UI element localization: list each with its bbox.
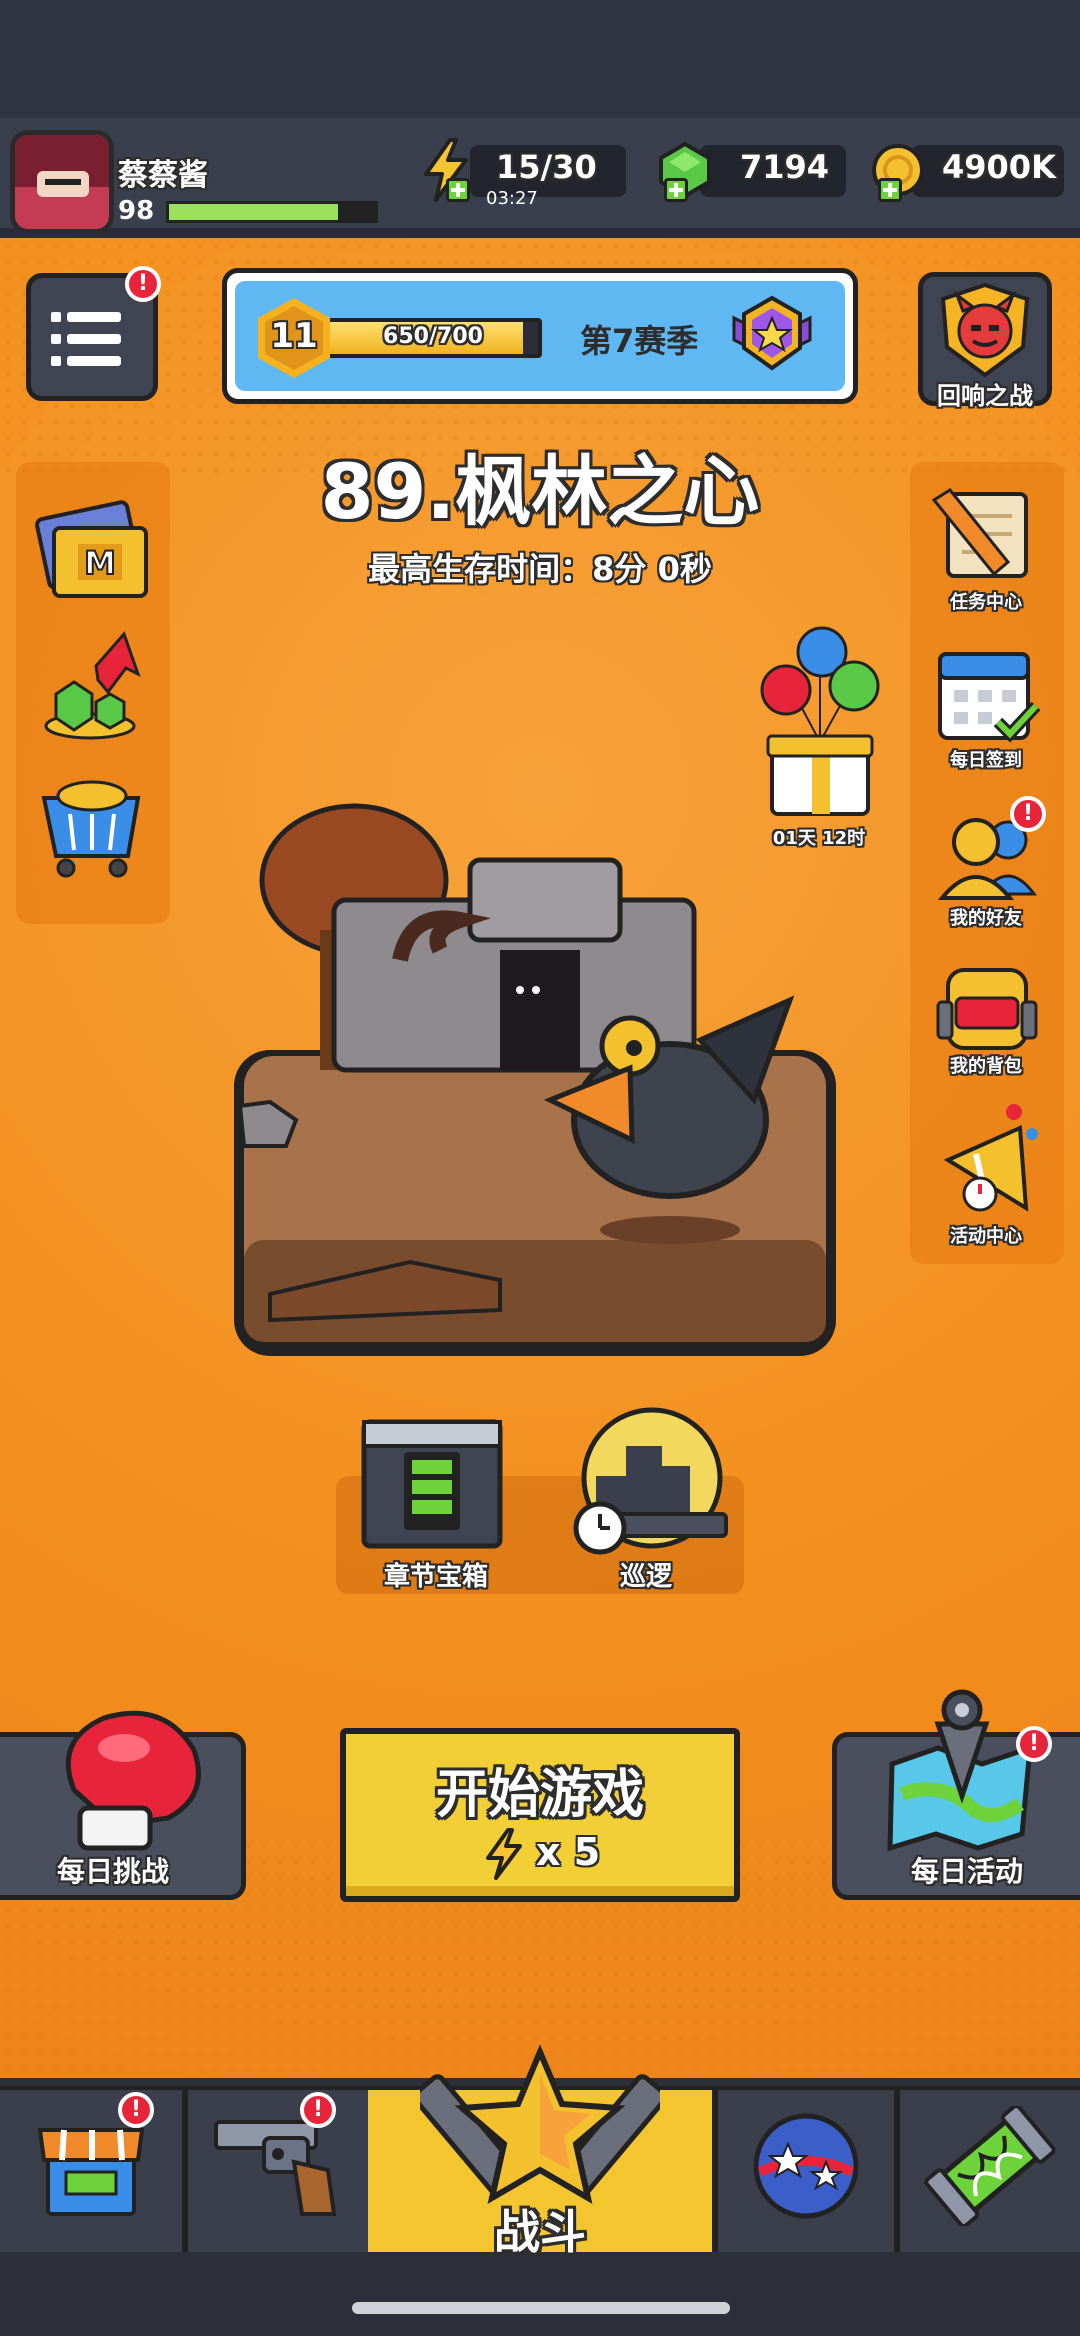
start-game-label: 开始游戏	[435, 1765, 644, 1825]
menu-button[interactable]: !	[26, 266, 161, 401]
patrol-label[interactable]: 巡逻	[566, 1556, 726, 1593]
add-energy-button[interactable]	[446, 178, 470, 202]
scroll-pencil-icon	[931, 488, 1028, 578]
planet-icon	[753, 2113, 859, 2219]
map-card-icon[interactable]: M	[32, 494, 156, 610]
energy-value: 15/30	[496, 148, 597, 186]
start-game-cost: x 5	[536, 1830, 601, 1874]
menu-notification-badge: !	[125, 266, 161, 302]
friends-notification-badge: !	[1010, 796, 1046, 832]
balloon-gift-icon[interactable]	[756, 622, 888, 826]
home-indicator[interactable]	[352, 2302, 730, 2314]
svg-text:M: M	[84, 544, 116, 582]
event-center-label[interactable]: 活动中心	[916, 1222, 1056, 1248]
status-bar	[0, 0, 1080, 118]
backpack-label[interactable]: 我的背包	[916, 1052, 1056, 1078]
add-coins-button[interactable]	[878, 178, 902, 202]
backpack-icon	[936, 968, 1038, 1050]
shop-notification-badge: !	[118, 2092, 154, 2128]
energy-timer: 03:27	[486, 188, 538, 209]
patrol-icon[interactable]	[566, 1406, 732, 1562]
coin-value: 4900K	[942, 148, 1056, 186]
season-emblem-icon[interactable]	[724, 288, 820, 384]
calendar-icon	[938, 652, 1041, 743]
top-bar-edge	[0, 228, 1080, 238]
avatar[interactable]	[10, 130, 114, 234]
weapons-notification-badge: !	[300, 2092, 336, 2128]
daily-challenge-label: 每日挑战	[56, 1855, 169, 1888]
dna-capsule-icon	[924, 2106, 1056, 2226]
season-progress-text: 650/700	[383, 324, 483, 349]
battle-tab-label: 战斗	[494, 2205, 586, 2259]
party-horn-icon	[943, 1104, 1038, 1212]
add-gems-button[interactable]	[664, 178, 688, 202]
chapter-chest-label[interactable]: 章节宝箱	[336, 1556, 536, 1593]
player-level: 98	[118, 196, 155, 226]
task-center-label[interactable]: 任务中心	[916, 588, 1056, 614]
chest-icon[interactable]	[356, 1408, 508, 1552]
echo-battle-label: 回响之战	[937, 382, 1033, 410]
season-level: 11	[270, 316, 318, 356]
friends-label[interactable]: 我的好友	[916, 904, 1056, 930]
daily-event-notification-badge: !	[1016, 1726, 1052, 1762]
season-name: 第7赛季	[580, 322, 699, 360]
demon-icon	[940, 282, 1030, 378]
daily-event-label: 每日活动	[910, 1855, 1023, 1888]
shopping-cart-icon[interactable]	[30, 764, 156, 886]
stage-scene[interactable]	[230, 800, 840, 1360]
daily-signin-label[interactable]: 每日签到	[916, 746, 1056, 772]
map-pin-icon	[887, 1689, 1033, 1852]
lightning-icon	[486, 1828, 522, 1880]
gem-upgrade-icon[interactable]	[34, 622, 154, 746]
player-name: 蔡蔡酱	[118, 158, 208, 193]
boxing-glove-icon	[65, 1710, 201, 1851]
xp-bar-fill	[169, 204, 338, 220]
gem-value: 7194	[740, 148, 830, 186]
xp-bar	[166, 201, 378, 223]
